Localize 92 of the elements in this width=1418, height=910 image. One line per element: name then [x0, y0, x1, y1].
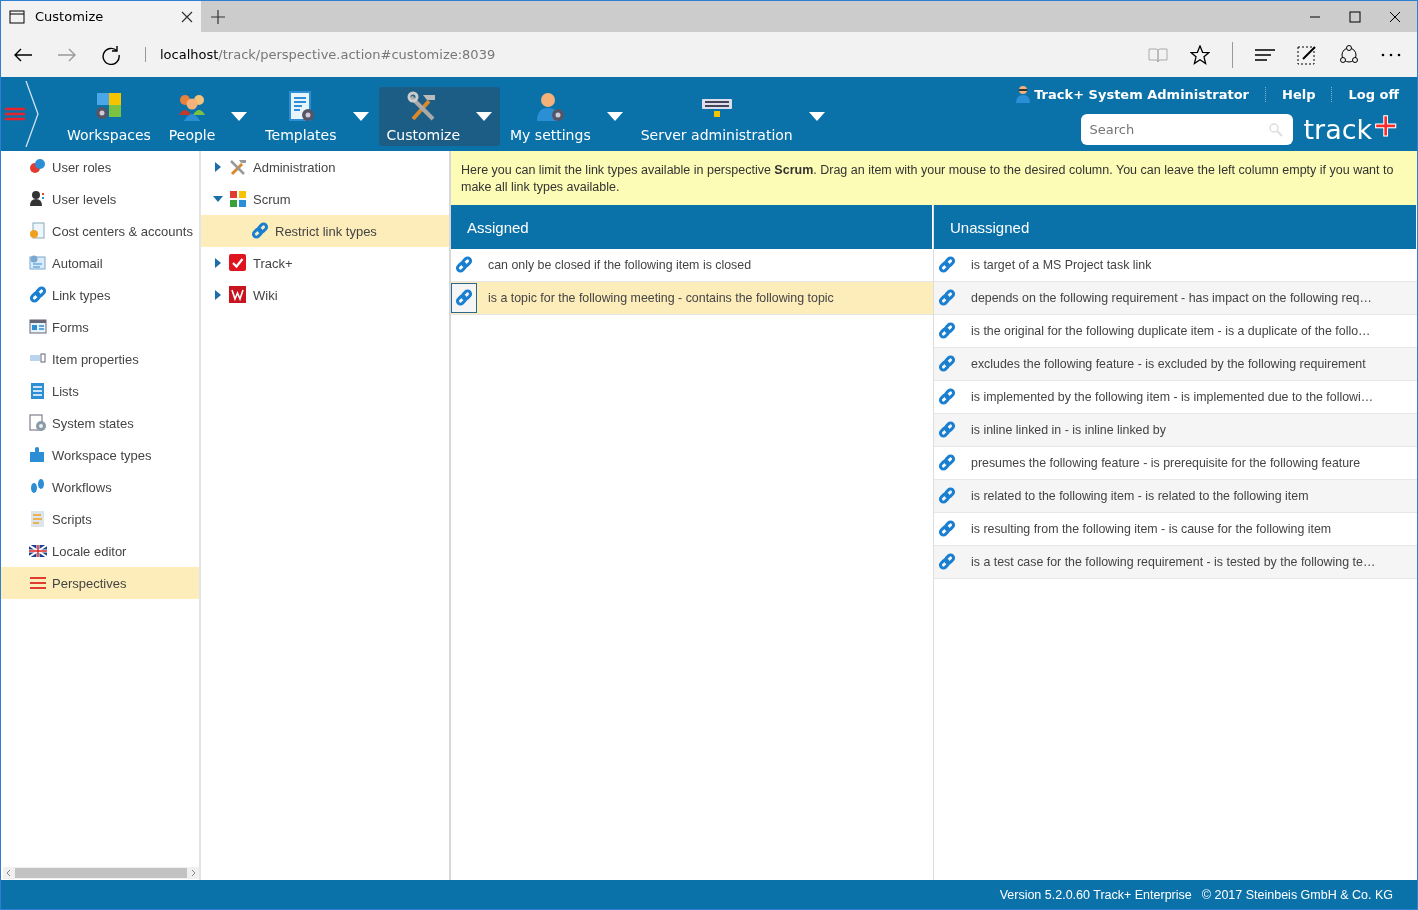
link-icon [938, 520, 956, 538]
more-icon[interactable] [1381, 52, 1401, 57]
forward-icon[interactable] [57, 46, 77, 63]
info-message: Here you can limit the link types available in perspective Scrum. Drag an item with your mouse to the desired column. You can leave the left column empty if you want to make all link types available. [451, 151, 1417, 205]
sidebar-item[interactable]: System states [1, 407, 199, 439]
link-type-item[interactable]: is related to the following item - is related to the following item [934, 480, 1417, 513]
link-icon [251, 222, 269, 240]
link-icon [938, 388, 956, 406]
search-icon [1269, 123, 1284, 137]
link-icon [938, 487, 956, 505]
link-icon [938, 454, 956, 472]
version-text: Version 5.2.0.60 Track+ Enterprise [999, 887, 1192, 902]
link-icon [938, 322, 956, 340]
expand-arrow-icon[interactable] [213, 162, 223, 172]
user-icon [29, 190, 47, 208]
tree-item[interactable]: Restrict link types [201, 215, 449, 247]
share-icon[interactable] [1339, 44, 1359, 65]
tree-item[interactable]: Scrum [201, 183, 449, 215]
sidebar-item[interactable]: Locale editor [1, 535, 199, 567]
link-icon [938, 553, 956, 571]
new-tab-icon[interactable] [211, 9, 225, 24]
sidebar-item[interactable]: Automail [1, 247, 199, 279]
link-icon [455, 289, 473, 307]
link-type-item[interactable]: excludes the following feature - is excluded by the following requirement [934, 348, 1417, 381]
sidebar-item[interactable]: Link types [1, 279, 199, 311]
scrollbar-drawing[interactable] [3, 867, 199, 879]
link-icon [938, 256, 956, 274]
sidebar-item[interactable]: Cost centers & accounts [1, 215, 199, 247]
expand-arrow-icon[interactable] [213, 258, 223, 268]
sidebar-item[interactable]: Lists [1, 375, 199, 407]
link-icon [455, 256, 473, 274]
tree-item[interactable]: Administration [201, 151, 449, 183]
nav-tab[interactable]: People [160, 87, 256, 146]
note-icon[interactable] [1297, 44, 1317, 65]
user-name: Track+ System Administrator [1034, 86, 1249, 102]
nav-tab[interactable]: My settings [502, 87, 631, 146]
chevron-icon [25, 81, 39, 147]
user-gear-icon [534, 90, 567, 123]
browser-tab[interactable]: Customize [1, 1, 201, 32]
sidebar-item[interactable]: Scripts [1, 503, 199, 535]
column-header: Assigned [451, 205, 933, 249]
close-icon[interactable] [1389, 10, 1401, 23]
checkbox-icon [229, 254, 247, 272]
tools-icon [229, 158, 247, 176]
link-icon [938, 421, 956, 439]
collapse-arrow-icon[interactable] [213, 194, 223, 204]
user-icon [1016, 85, 1031, 103]
column-header: Unassigned [934, 205, 1417, 249]
flag-icon [29, 542, 47, 560]
window-icon [9, 9, 25, 24]
tab-title: Customize [35, 9, 105, 24]
list-icon [29, 382, 47, 400]
maximize-icon[interactable] [1349, 10, 1361, 23]
coin-document-icon [29, 222, 47, 240]
tree-item[interactable]: Wiki [201, 279, 449, 311]
script-icon [29, 510, 47, 528]
link-type-item[interactable]: is a test case for the following requirement - is tested by the following te… [934, 546, 1417, 579]
link-type-item[interactable]: depends on the following requirement - has impact on the following req… [934, 282, 1417, 315]
sidebar-item[interactable]: Item properties [1, 343, 199, 375]
nav-tab[interactable]: Templates [257, 87, 377, 146]
hub-icon[interactable] [1255, 47, 1275, 62]
nav-tab[interactable]: Customize [378, 87, 501, 146]
logo: track+ [1303, 114, 1400, 145]
wiki-icon [229, 286, 247, 304]
search-field[interactable]: Search [1081, 114, 1294, 145]
link-type-item[interactable]: is inline linked in - is inline linked by [934, 414, 1417, 447]
expand-arrow-icon[interactable] [213, 290, 223, 300]
link-icon [938, 355, 956, 373]
menu-icon [29, 574, 47, 592]
close-icon[interactable] [181, 10, 193, 23]
sidebar-item[interactable]: Workspace types [1, 439, 199, 471]
back-icon[interactable] [13, 46, 33, 63]
address-field[interactable]: localhost/track/perspective.action#customize:8039 [145, 47, 496, 62]
sidebar-item[interactable]: User levels [1, 183, 199, 215]
copyright-text: © 2017 Steinbeis GmbH & Co. KG [1201, 887, 1393, 902]
header-link[interactable]: Help [1265, 86, 1332, 102]
sidebar-item[interactable]: Forms [1, 311, 199, 343]
footprints-icon [29, 478, 47, 496]
star-icon[interactable] [1190, 44, 1210, 65]
sidebar-item[interactable]: Workflows [1, 471, 199, 503]
link-type-item[interactable]: is a topic for the following meeting - contains the following topic [451, 282, 933, 315]
refresh-icon[interactable] [101, 44, 121, 65]
nav-tab[interactable]: Workspaces [59, 87, 159, 146]
sidebar-item[interactable]: Perspectives [1, 567, 199, 599]
form-icon [29, 318, 47, 336]
nav-tab[interactable]: Server administration [632, 87, 833, 146]
squares-icon [229, 190, 247, 208]
link-icon [938, 289, 956, 307]
header-link[interactable]: Log off [1331, 86, 1409, 102]
tree-item[interactable]: Track+ [201, 247, 449, 279]
link-icon [29, 286, 47, 304]
sidebar-item[interactable]: User roles [1, 151, 199, 183]
